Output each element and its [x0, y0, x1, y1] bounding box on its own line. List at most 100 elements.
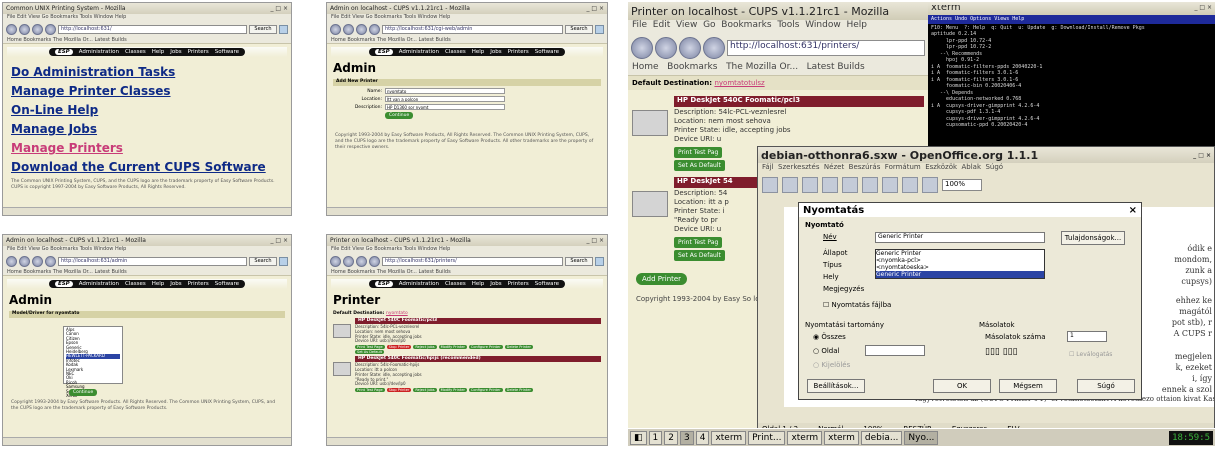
copy-icon[interactable] [882, 177, 898, 193]
stop-printer-button[interactable]: Stop Printer [386, 388, 412, 393]
workspace-1[interactable]: 1 [648, 430, 663, 445]
cancel-button[interactable]: Mégsem [999, 379, 1057, 393]
window-controls[interactable]: _ □ × [1194, 5, 1212, 12]
open-icon[interactable] [782, 177, 798, 193]
zoom-field[interactable]: 100% [942, 179, 982, 191]
dropdown-option-selected[interactable]: Generic Printer [876, 271, 1044, 278]
cut-icon[interactable] [862, 177, 878, 193]
copies-stepper[interactable]: 1 [1067, 331, 1107, 342]
stop-icon[interactable] [45, 23, 56, 35]
print-icon[interactable] [595, 256, 604, 266]
menu-bar[interactable]: File Edit View Go Bookmarks Tools Window… [327, 14, 607, 21]
location-field[interactable]: Itt van a polcon [385, 96, 505, 102]
print-test-page-button[interactable]: Print Test Page [355, 345, 385, 350]
stop-icon[interactable] [369, 255, 380, 267]
url-field[interactable]: http://localhost:631/printers/ [382, 256, 563, 266]
stop-icon[interactable] [45, 255, 56, 267]
print-test-page-button[interactable]: Print Test Pag [674, 237, 723, 248]
reject-jobs-button[interactable]: Reject Jobs [413, 345, 437, 350]
back-icon[interactable] [6, 255, 17, 267]
edit-icon[interactable] [822, 177, 838, 193]
window-controls[interactable]: _ □ × [1193, 152, 1211, 159]
all-radio[interactable]: ◉ Összes [813, 333, 846, 341]
table-icon[interactable] [922, 177, 938, 193]
print-test-page-button[interactable]: Print Test Pag [674, 147, 723, 158]
stop-printer-button[interactable]: Stop Printer [386, 345, 412, 350]
driver-list[interactable]: Alps Canon Citizen Epson Generic Heidelberg HE… [63, 326, 123, 398]
reload-icon[interactable] [32, 23, 43, 35]
print-icon[interactable] [842, 177, 858, 193]
menu-bar[interactable]: File Edit View Go Bookmarks Tools Window… [3, 246, 291, 253]
link-classes[interactable]: Manage Printer Classes [11, 84, 291, 98]
window-controls[interactable]: _ □ × [270, 237, 288, 244]
printer-dropdown[interactable]: Generic Printer <nyomka-pcl> <nyomtatoes… [875, 249, 1045, 279]
delete-printer-button[interactable]: Delete Printer [504, 388, 533, 393]
menu-bar[interactable]: File Edit View Go Bookmarks Tools Window… [3, 14, 291, 21]
task-print-dialog[interactable]: Nyo... [904, 430, 939, 445]
printer-select[interactable]: Generic Printer [875, 232, 1045, 243]
search-button[interactable]: Search [565, 256, 593, 266]
task-print[interactable]: Print... [748, 430, 786, 445]
link-admin[interactable]: Do Administration Tasks [11, 65, 291, 79]
url-field[interactable]: http://localhost:631/cgi-web/admin [382, 24, 563, 34]
link-printers[interactable]: Manage Printers [11, 141, 291, 155]
forward-icon[interactable] [19, 23, 30, 35]
new-icon[interactable] [762, 177, 778, 193]
menu-bar[interactable]: File Edit View Go Bookmarks Tools Window… [327, 246, 607, 253]
paste-icon[interactable] [902, 177, 918, 193]
modify-printer-button[interactable]: Modify Printer [438, 388, 467, 393]
window-controls[interactable]: _ □ × [586, 5, 604, 12]
task-xterm[interactable]: xterm [787, 430, 823, 445]
link-help[interactable]: On-Line Help [11, 103, 291, 117]
set-default-button[interactable]: Set As Default [674, 160, 725, 171]
delete-printer-button[interactable]: Delete Printer [504, 345, 533, 350]
default-printer-link[interactable]: nyomtato [386, 311, 408, 316]
save-icon[interactable] [802, 177, 818, 193]
printer-name[interactable]: HP DeskJet 540C Foomatic/pcl3 [674, 96, 924, 107]
configure-printer-button[interactable]: Configure Printer [468, 388, 503, 393]
reload-icon[interactable] [679, 37, 701, 59]
pages-field[interactable] [865, 345, 925, 356]
description-field[interactable]: HP D1360 sor nyomt [385, 104, 505, 110]
window-controls[interactable]: _ □ × [270, 5, 288, 12]
stop-icon[interactable] [703, 37, 725, 59]
print-icon[interactable] [279, 256, 288, 266]
link-jobs[interactable]: Manage Jobs [11, 122, 291, 136]
url-field[interactable]: http://localhost:631/ [58, 24, 247, 34]
selection-radio[interactable]: ○ Kijelölés [813, 361, 850, 369]
bookmarks-bar[interactable]: Home Bookmarks The Mozilla Or... Latest … [327, 37, 607, 44]
reject-jobs-button[interactable]: Reject Jobs [413, 388, 437, 393]
workspace-4[interactable]: 4 [695, 430, 710, 445]
default-printer-link[interactable]: nyomtatotulsz [714, 79, 764, 87]
link-download[interactable]: Download the Current CUPS Software [11, 160, 291, 174]
task-xterm[interactable]: xterm [711, 430, 747, 445]
continue-button[interactable]: Continue [69, 389, 98, 396]
back-icon[interactable] [330, 255, 341, 267]
search-button[interactable]: Search [249, 24, 277, 34]
back-icon[interactable] [6, 23, 17, 35]
back-icon[interactable] [330, 23, 341, 35]
pages-radio[interactable]: ○ Oldal [813, 347, 839, 355]
configure-printer-button[interactable]: Configure Printer [468, 345, 503, 350]
add-printer-button[interactable]: Add Printer [636, 273, 688, 285]
workspace-2[interactable]: 2 [664, 430, 678, 445]
set-default-button[interactable]: Set As Default [355, 350, 384, 355]
reload-icon[interactable] [32, 255, 43, 267]
forward-icon[interactable] [343, 255, 354, 267]
search-button[interactable]: Search [565, 24, 593, 34]
options-button[interactable]: Beállítások... [807, 379, 865, 393]
print-to-file-checkbox[interactable]: ☐ Nyomtatás fájlba [823, 301, 891, 309]
forward-icon[interactable] [655, 37, 677, 59]
print-icon[interactable] [279, 24, 288, 34]
bookmarks-bar[interactable]: Home Bookmarks The Mozilla Or... Latest … [3, 269, 291, 276]
properties-button[interactable]: Tulajdonságok... [1061, 231, 1125, 245]
print-icon[interactable] [595, 24, 604, 34]
task-debian-doc[interactable]: debia... [860, 430, 903, 445]
dropdown-option[interactable]: <nyomtatoeska> [876, 264, 1044, 271]
modify-printer-button[interactable]: Modify Printer [438, 345, 467, 350]
continue-button[interactable]: Continue [385, 112, 414, 119]
stop-icon[interactable] [369, 23, 380, 35]
forward-icon[interactable] [19, 255, 30, 267]
url-field[interactable]: http://localhost:631/admin [58, 256, 247, 266]
print-test-page-button[interactable]: Print Test Page [355, 388, 385, 393]
